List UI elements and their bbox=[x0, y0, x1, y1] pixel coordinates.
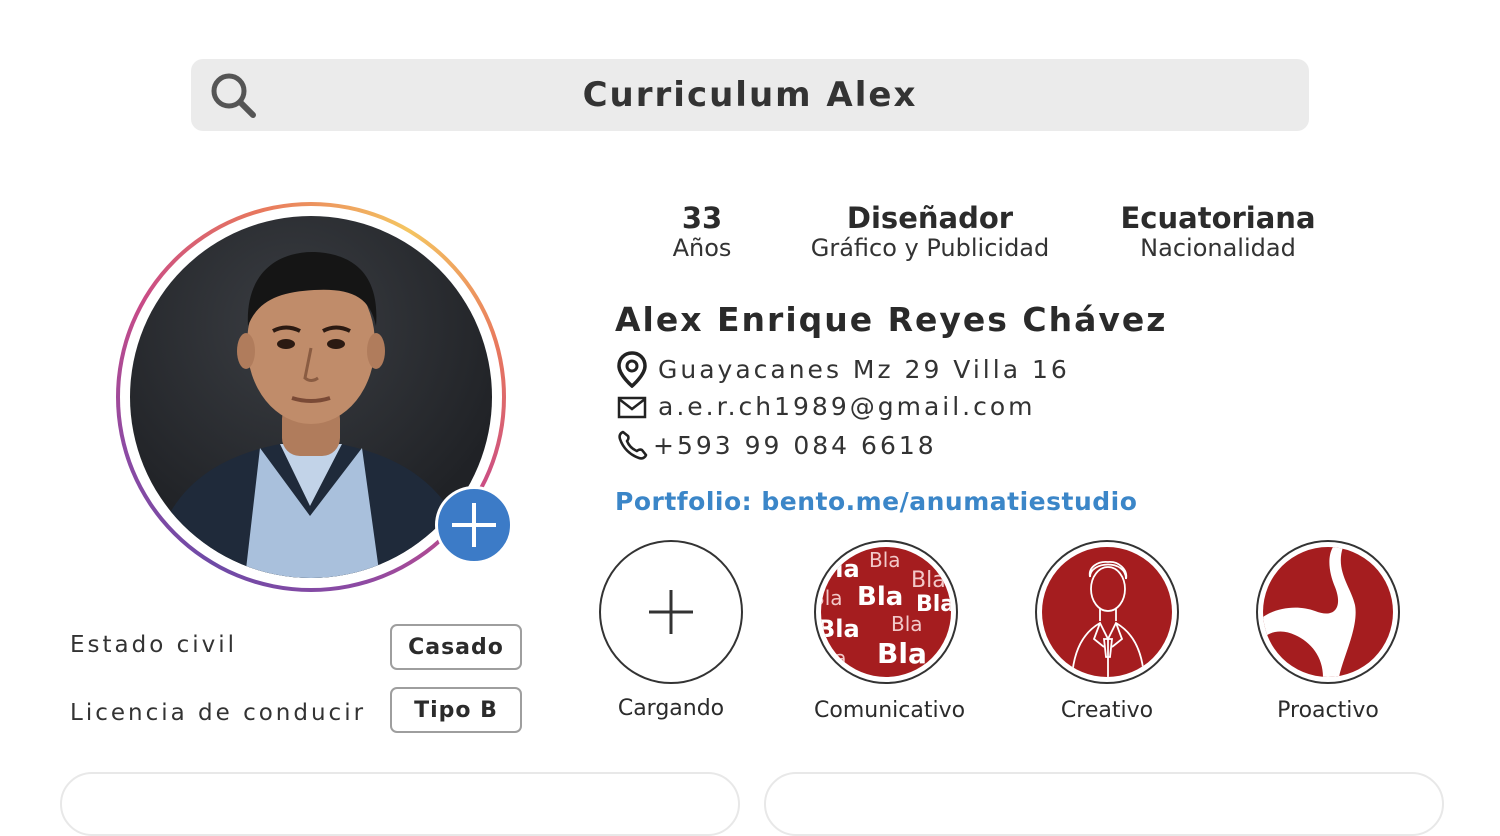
detail-label-licencia: Licencia de conducir bbox=[70, 700, 367, 726]
stat-profession: Diseñador Gráfico y Publicidad bbox=[790, 203, 1070, 263]
detail-label-estado-civil: Estado civil bbox=[70, 632, 238, 658]
svg-text:Bla: Bla bbox=[857, 582, 903, 612]
search-title: Curriculum Alex bbox=[582, 75, 918, 115]
stat-caption: Gráfico y Publicidad bbox=[810, 234, 1050, 262]
bla-bla-icon: Bla Bla Bla Bla Bla Bla Bla Bla Bla Bla bbox=[821, 547, 951, 677]
highlight-proactivo[interactable]: Proactivo bbox=[1256, 540, 1400, 723]
highlight-creativo[interactable]: Creativo bbox=[1035, 540, 1179, 723]
profile-name: Alex Enrique Reyes Chávez bbox=[615, 300, 1168, 339]
bottom-card-left bbox=[60, 772, 740, 836]
highlight-label: Comunicativo bbox=[814, 698, 966, 723]
svg-text:Bla: Bla bbox=[821, 646, 847, 670]
abstract-shape-icon bbox=[1263, 547, 1393, 677]
email-row[interactable]: a.e.r.ch1989@gmail.com bbox=[615, 391, 1036, 421]
highlight-label: Proactivo bbox=[1277, 698, 1379, 723]
phone-row[interactable]: +593 99 084 6618 bbox=[615, 428, 937, 462]
svg-text:Bla: Bla bbox=[821, 615, 860, 643]
highlight-circle[interactable] bbox=[1035, 540, 1179, 684]
phone-text[interactable]: +593 99 084 6618 bbox=[653, 431, 937, 460]
location-pin-icon bbox=[617, 351, 647, 388]
highlight-cargando[interactable]: Cargando bbox=[599, 540, 743, 721]
highlight-circle[interactable] bbox=[599, 540, 743, 684]
phone-icon bbox=[618, 430, 648, 460]
email-text[interactable]: a.e.r.ch1989@gmail.com bbox=[658, 392, 1036, 421]
highlight-comunicativo[interactable]: Bla Bla Bla Bla Bla Bla Bla Bla Bla Bla … bbox=[814, 540, 966, 723]
highlight-circle[interactable]: Bla Bla Bla Bla Bla Bla Bla Bla Bla Bla bbox=[814, 540, 958, 684]
svg-text:Bla: Bla bbox=[821, 586, 843, 610]
plus-icon bbox=[452, 503, 496, 547]
add-photo-button[interactable] bbox=[435, 486, 513, 564]
svg-text:Bla: Bla bbox=[821, 555, 860, 583]
svg-text:Bla: Bla bbox=[877, 637, 927, 670]
detail-value-licencia: Tipo B bbox=[390, 687, 522, 733]
stat-value: Ecuatoriana bbox=[1120, 201, 1316, 235]
stat-caption: Nacionalidad bbox=[1140, 234, 1296, 262]
highlight-label: Cargando bbox=[617, 696, 725, 721]
highlight-circle[interactable] bbox=[1256, 540, 1400, 684]
address-text: Guayacanes Mz 29 Villa 16 bbox=[658, 354, 1070, 384]
stat-value: 33 bbox=[681, 201, 723, 235]
portfolio-link[interactable]: Portfolio: bento.me/anumatiestudio bbox=[615, 487, 1137, 516]
detail-value-estado-civil: Casado bbox=[390, 624, 522, 670]
stat-caption: Años bbox=[672, 234, 732, 262]
person-sketch-icon bbox=[1042, 547, 1172, 677]
svg-text:Bla: Bla bbox=[869, 548, 901, 572]
address-row: Guayacanes Mz 29 Villa 16 bbox=[615, 350, 1070, 388]
bottom-card-right bbox=[764, 772, 1444, 836]
svg-text:Bla: Bla bbox=[911, 568, 946, 593]
stat-nationality: Ecuatoriana Nacionalidad bbox=[1098, 203, 1338, 263]
mail-icon bbox=[617, 396, 647, 419]
stat-value: Diseñador bbox=[846, 201, 1014, 235]
highlight-label: Creativo bbox=[1060, 698, 1154, 723]
search-icon[interactable] bbox=[209, 71, 259, 121]
stat-age: 33 Años bbox=[640, 203, 764, 263]
svg-text:Bla: Bla bbox=[891, 612, 923, 636]
search-bar[interactable]: Curriculum Alex bbox=[191, 59, 1309, 131]
plus-icon bbox=[649, 590, 693, 634]
